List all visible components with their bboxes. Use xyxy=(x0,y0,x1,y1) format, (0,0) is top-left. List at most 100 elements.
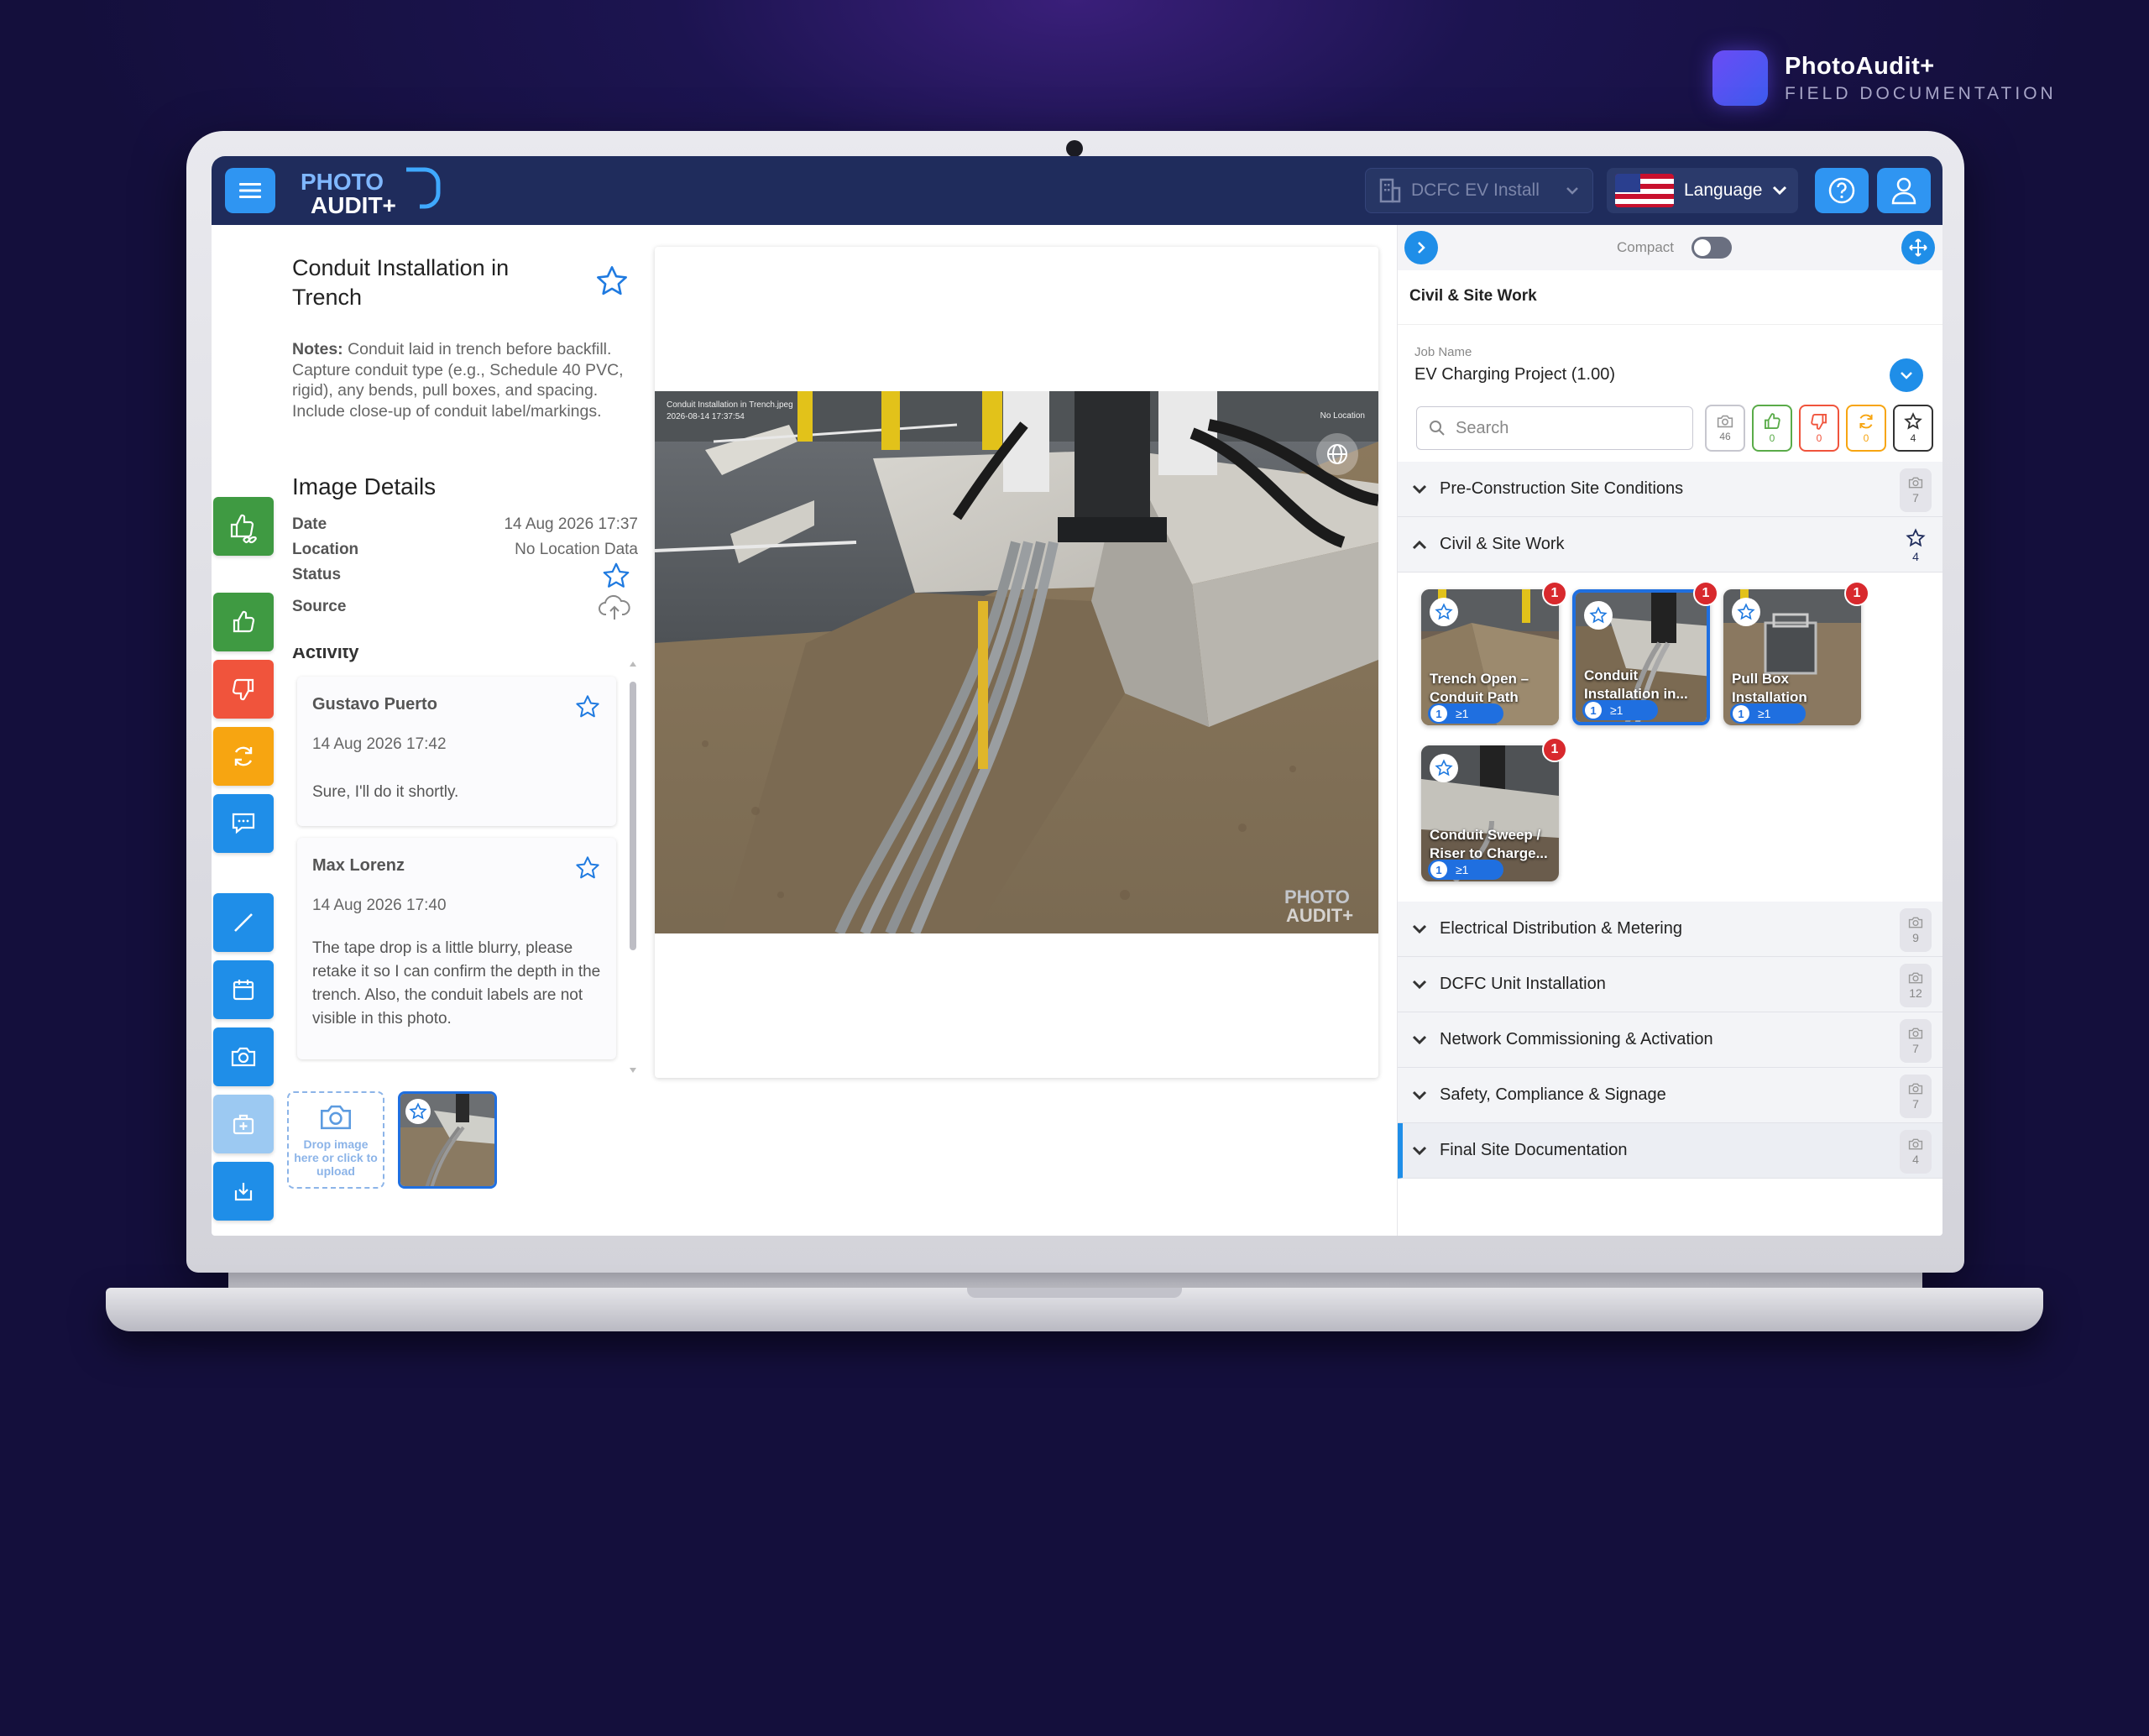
photo-thumbnail[interactable] xyxy=(398,1091,497,1189)
laptop-notch xyxy=(967,1288,1182,1298)
logo-text-audit: AUDIT+ xyxy=(311,192,396,218)
photo-tile-selected[interactable]: Conduit Installation in... 1 ≥1 xyxy=(1572,589,1710,725)
thumbs-up-icon xyxy=(233,610,255,633)
download-icon xyxy=(234,1183,253,1201)
comment-button[interactable] xyxy=(213,794,274,853)
move-panel-button[interactable] xyxy=(1901,231,1935,264)
approve-button[interactable] xyxy=(213,593,274,651)
project-select[interactable]: DCFC EV Install xyxy=(1365,168,1593,213)
category-count-value: 4 xyxy=(1912,550,1919,563)
compact-toggle[interactable] xyxy=(1691,237,1732,259)
tile-star-button[interactable] xyxy=(1430,754,1458,782)
star-icon[interactable] xyxy=(594,264,630,299)
thumbnail-star-button[interactable] xyxy=(405,1099,431,1124)
language-select[interactable]: Language xyxy=(1607,168,1798,213)
collapse-panel-button[interactable] xyxy=(1404,231,1438,264)
search-placeholder: Search xyxy=(1456,418,1509,437)
category-row[interactable]: Network Commissioning & Activation 7 xyxy=(1398,1012,1942,1068)
brand-logo-icon xyxy=(1712,50,1768,106)
chevron-right-icon xyxy=(1418,242,1425,254)
main-photo[interactable]: PHOTO AUDIT+ Conduit Installation in Tre… xyxy=(655,391,1378,933)
upload-dropzone[interactable]: Drop image here or click to upload xyxy=(287,1091,384,1189)
tile-pill-count: 1 xyxy=(1585,702,1602,719)
activity-scrollbar-thumb[interactable] xyxy=(630,682,636,950)
job-selector[interactable]: Job Name EV Charging Project (1.00) xyxy=(1398,324,1942,403)
filter-rejected-button[interactable]: 0 xyxy=(1799,405,1839,452)
menu-button[interactable] xyxy=(225,168,275,213)
filter-approved-button[interactable]: 0 xyxy=(1752,405,1792,452)
star-icon[interactable] xyxy=(601,561,631,591)
camera-button[interactable] xyxy=(213,1027,274,1086)
photo-tile[interactable]: Conduit Sweep / Riser to Charge... 1 ≥1 xyxy=(1421,745,1559,881)
status-row: Status xyxy=(292,562,638,588)
photo-title: Conduit Installation in Trench xyxy=(292,255,510,310)
reject-button[interactable] xyxy=(213,660,274,719)
app-logo[interactable]: PHOTO AUDIT+ xyxy=(299,165,450,218)
filter-all-button[interactable]: 46 xyxy=(1705,405,1745,452)
star-icon xyxy=(1589,606,1608,624)
us-flag-icon xyxy=(1615,174,1674,207)
approve-all-button[interactable] xyxy=(213,497,274,556)
tile-pill-count: 1 xyxy=(1430,705,1447,722)
image-details-heading: Image Details xyxy=(292,473,437,499)
star-icon[interactable] xyxy=(574,693,601,720)
star-icon[interactable] xyxy=(574,855,601,881)
tile-star-button[interactable] xyxy=(1430,598,1458,626)
star-icon xyxy=(1904,412,1922,430)
tile-label: Pull Box Installation xyxy=(1732,671,1807,705)
category-row-active[interactable]: Final Site Documentation 4 xyxy=(1398,1123,1942,1179)
tile-label: Conduit Installation in... xyxy=(1584,667,1688,702)
tile-label: Conduit Sweep / Riser to Charge... xyxy=(1430,827,1548,861)
tile-notification-badge: 1 xyxy=(1542,737,1567,762)
comment-card: Max Lorenz 14 Aug 2026 17:40 The tape dr… xyxy=(297,838,616,1059)
star-icon xyxy=(409,1102,427,1120)
thumbs-down-icon xyxy=(232,678,254,701)
category-count: 7 xyxy=(1900,1019,1932,1063)
category-row-expanded[interactable]: Civil & Site Work 4 xyxy=(1398,517,1942,573)
draw-button[interactable] xyxy=(213,893,274,952)
job-dropdown-button[interactable] xyxy=(1890,358,1923,392)
photo-caption: Conduit Installation in Trench.jpeg 2026… xyxy=(667,400,793,423)
filter-starred-button[interactable]: 4 xyxy=(1893,405,1933,452)
star-icon xyxy=(1435,603,1453,620)
user-profile-button[interactable] xyxy=(1877,168,1931,213)
help-button[interactable] xyxy=(1815,168,1869,213)
comment-author: Max Lorenz xyxy=(312,856,405,875)
category-row[interactable]: DCFC Unit Installation 12 xyxy=(1398,957,1942,1012)
category-row[interactable]: Electrical Distribution & Metering 9 xyxy=(1398,902,1942,957)
filter-approved-count: 0 xyxy=(1769,432,1775,444)
category-row[interactable]: Pre-Construction Site Conditions 7 xyxy=(1398,462,1942,517)
photo-tile[interactable]: Pull Box Installation 1 ≥1 xyxy=(1723,589,1861,725)
top-navbar: PHOTO AUDIT+ DCFC EV Install Language xyxy=(212,156,1942,225)
photo-caption-filename: Conduit Installation in Trench.jpeg xyxy=(667,400,793,410)
retake-button[interactable] xyxy=(213,727,274,786)
photo-tile[interactable]: Trench Open – Conduit Path 1 ≥1 xyxy=(1421,589,1559,725)
category-row[interactable]: Safety, Compliance & Signage 7 xyxy=(1398,1068,1942,1123)
camera-icon xyxy=(321,1105,351,1130)
chevron-down-icon xyxy=(1412,1035,1427,1044)
search-input[interactable]: Search xyxy=(1416,406,1693,450)
refresh-icon xyxy=(1859,414,1873,429)
filter-retake-button[interactable]: 0 xyxy=(1846,405,1886,452)
help-icon xyxy=(1828,177,1855,204)
job-value: EV Charging Project (1.00) xyxy=(1414,365,1616,384)
calendar-button[interactable] xyxy=(213,960,274,1019)
status-label: Status xyxy=(292,566,342,583)
photo-location-tag: No Location xyxy=(1320,411,1365,421)
globe-button[interactable] xyxy=(1316,433,1358,475)
tile-status-pill: 1 ≥1 xyxy=(1428,860,1503,880)
star-icon xyxy=(1435,759,1453,776)
chevron-down-icon xyxy=(1412,924,1427,933)
category-count-value: 7 xyxy=(1912,1097,1919,1111)
category-count: 4 xyxy=(1900,524,1932,567)
brand-name: PhotoAudit+ xyxy=(1785,52,1935,80)
category-count: 7 xyxy=(1900,468,1932,512)
star-icon xyxy=(1906,528,1926,547)
tile-star-button[interactable] xyxy=(1732,598,1760,626)
thumbs-up-infinity-icon xyxy=(230,514,257,544)
tile-star-button[interactable] xyxy=(1584,601,1613,630)
star-icon xyxy=(1737,603,1755,620)
download-button[interactable] xyxy=(213,1162,274,1221)
location-row: Location No Location Data xyxy=(292,541,638,559)
add-to-album-button[interactable] xyxy=(213,1095,274,1153)
